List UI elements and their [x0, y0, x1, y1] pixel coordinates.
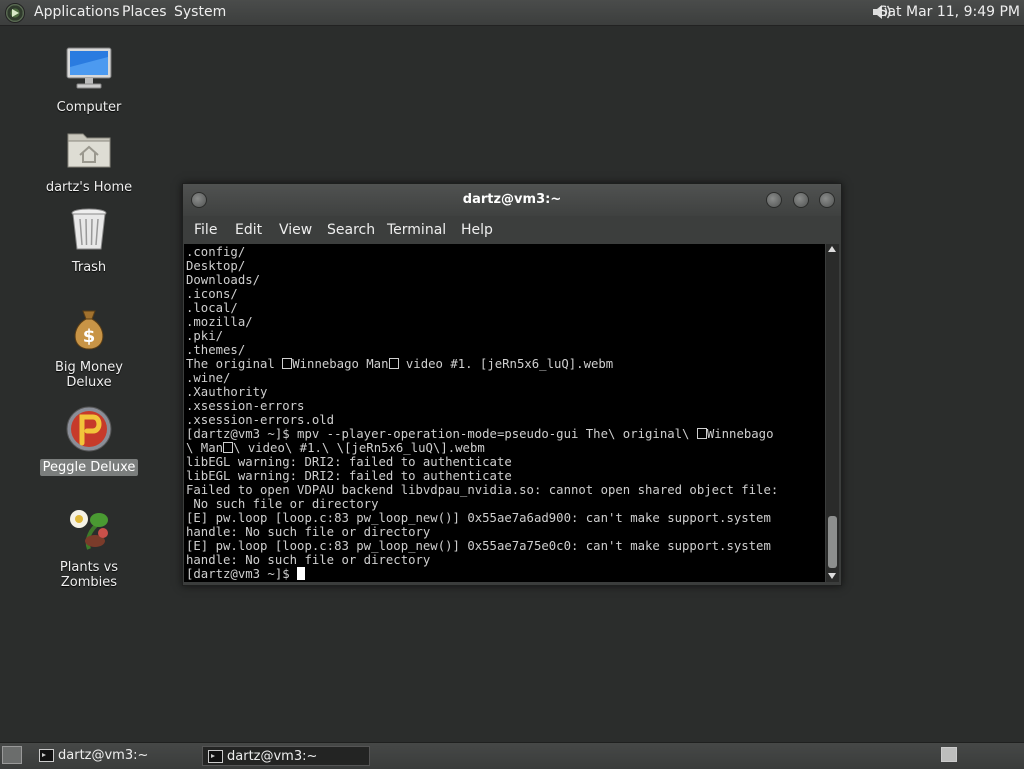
terminal-text: .config/ Desktop/ Downloads/ .icons/ .lo… [186, 245, 779, 581]
unprintable-char-box [696, 428, 707, 439]
distro-logo-icon[interactable] [5, 3, 25, 23]
bottom-panel: dartz@vm3:~ dartz@vm3:~ [0, 742, 1024, 769]
window-title: dartz@vm3:~ [462, 192, 562, 207]
svg-text:$: $ [83, 326, 96, 347]
menu-edit[interactable]: Edit [235, 222, 262, 238]
taskbar-item-label: dartz@vm3:~ [58, 748, 149, 763]
desktop-icon-peggle[interactable]: Peggle Deluxe [29, 405, 149, 476]
desktop-icon-label: Trash [71, 260, 107, 275]
maximize-button[interactable] [793, 192, 809, 208]
desktop-icon-label: Peggle Deluxe [39, 459, 139, 476]
menu-search[interactable]: Search [327, 222, 375, 238]
show-desktop-icon[interactable] [2, 746, 22, 764]
terminal-cursor [297, 567, 306, 580]
desktop-icon-label: Plants vs Zombies [59, 560, 119, 590]
terminal-icon [208, 750, 223, 763]
terminal-menubar: File Edit View Search Terminal Help [183, 216, 841, 244]
terminal-output[interactable]: .config/ Desktop/ Downloads/ .icons/ .lo… [184, 244, 825, 582]
desktop-icon-label: Computer [56, 100, 122, 115]
window-titlebar[interactable]: dartz@vm3:~ [183, 184, 841, 216]
home-folder-icon [65, 125, 113, 173]
system-menu[interactable]: System [174, 4, 226, 20]
computer-icon [65, 45, 113, 93]
desktop-icon-big-money[interactable]: $ Big Money Deluxe [29, 305, 149, 391]
menu-view[interactable]: View [279, 222, 312, 238]
desktop-icon-label: dartz's Home [45, 180, 133, 195]
desktop-icon-label: Big Money Deluxe [54, 360, 123, 390]
desktop-icon-computer[interactable]: Computer [29, 45, 149, 116]
unprintable-char-box [388, 358, 399, 369]
scroll-up-arrow-icon[interactable] [828, 246, 836, 252]
menu-help[interactable]: Help [461, 222, 493, 238]
minimize-button[interactable] [766, 192, 782, 208]
desktop-icon-home[interactable]: dartz's Home [29, 125, 149, 196]
window-menu-button[interactable] [191, 192, 207, 208]
terminal-window[interactable]: dartz@vm3:~ File Edit View Search Termin… [182, 183, 842, 586]
terminal-scrollbar[interactable] [826, 244, 839, 582]
peggle-icon [65, 405, 113, 453]
scroll-thumb[interactable] [828, 516, 837, 568]
desktop-icon-trash[interactable]: Trash [29, 205, 149, 276]
plant-icon [65, 505, 113, 553]
desktop-icon-pvz[interactable]: Plants vs Zombies [29, 505, 149, 591]
close-button[interactable] [819, 192, 835, 208]
scroll-down-arrow-icon[interactable] [828, 573, 836, 579]
unprintable-char-box [223, 442, 234, 453]
places-menu[interactable]: Places [122, 4, 167, 20]
top-panel: Applications Places System Sat Mar 11, 9… [0, 0, 1024, 26]
terminal-icon [39, 749, 54, 762]
taskbar-item-label: dartz@vm3:~ [227, 749, 318, 764]
workspace-switcher-icon[interactable] [941, 747, 957, 762]
taskbar-item[interactable]: dartz@vm3:~ [34, 746, 194, 766]
unprintable-char-box [282, 358, 293, 369]
applications-menu[interactable]: Applications [34, 4, 120, 20]
clock[interactable]: Sat Mar 11, 9:49 PM [879, 4, 1020, 20]
menu-terminal[interactable]: Terminal [387, 222, 446, 238]
menu-file[interactable]: File [194, 222, 217, 238]
money-bag-icon: $ [65, 305, 113, 353]
taskbar-item-active[interactable]: dartz@vm3:~ [202, 746, 370, 766]
trash-icon [65, 205, 113, 253]
